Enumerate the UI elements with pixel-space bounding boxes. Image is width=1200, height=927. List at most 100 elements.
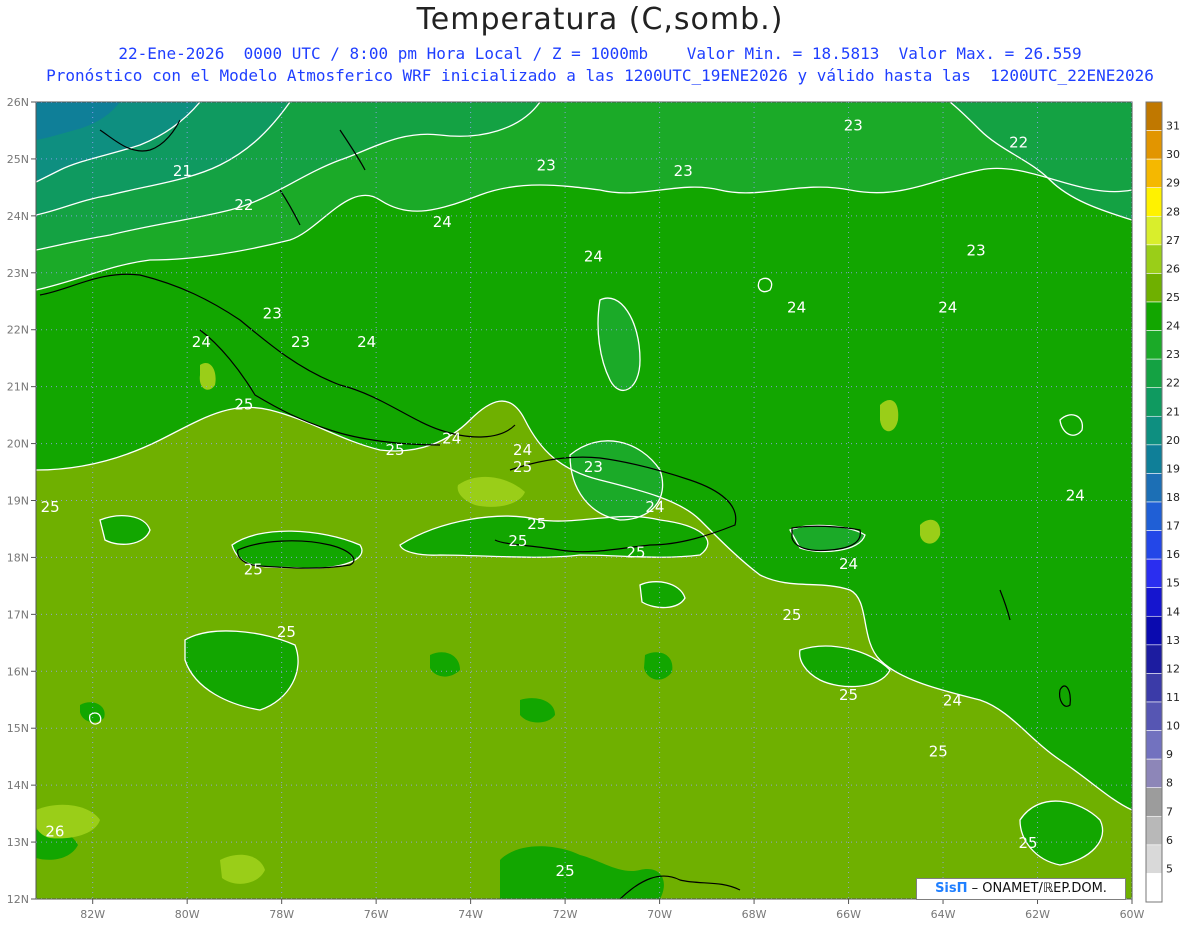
- legend-swatch: [1145, 444, 1163, 474]
- legend-swatch: [1145, 301, 1163, 331]
- contour-label: 24: [938, 299, 957, 317]
- legend-swatch: [1145, 615, 1163, 646]
- lat-tick-label: 21N: [7, 381, 29, 394]
- lon-tick-label: 68W: [742, 908, 767, 921]
- contour-label: 25: [626, 543, 645, 561]
- legend-swatch: [1145, 558, 1163, 589]
- legend-swatch: [1145, 587, 1163, 617]
- contour-label: 24: [787, 299, 806, 317]
- lat-tick-label: 23N: [7, 267, 29, 280]
- lon-tick-label: 66W: [836, 908, 861, 921]
- legend-swatch: [1145, 358, 1163, 389]
- lon-tick-label: 64W: [931, 908, 956, 921]
- contour-label: 24: [645, 498, 664, 516]
- legend-label: 18: [1166, 491, 1180, 504]
- contour-label: 25: [839, 686, 858, 704]
- legend-swatch: [1145, 758, 1163, 789]
- credit-box: SisΠ – ONAMET/ℝEP.DOM.: [916, 878, 1126, 900]
- lat-tick-label: 25N: [7, 153, 29, 166]
- contour-label: 25: [1019, 834, 1038, 852]
- legend-label: 29: [1166, 177, 1180, 190]
- legend-swatch: [1145, 415, 1163, 446]
- contour-label: 24: [513, 441, 532, 459]
- legend-label: 7: [1166, 805, 1173, 818]
- contour-label: 22: [234, 196, 253, 214]
- contour-label: 23: [844, 116, 863, 134]
- contour-label: 25: [277, 623, 296, 641]
- contour-label: 23: [674, 162, 693, 180]
- legend-swatch: [1145, 187, 1163, 217]
- contour-label: 23: [967, 242, 986, 260]
- lat-tick-label: 12N: [7, 893, 29, 906]
- contour-label: 21: [173, 162, 192, 180]
- legend-swatch: [1145, 273, 1163, 303]
- color-legend: 31 30 29 28 27 26 25 24 23 22 21 20 19 18 17 16 15 14 13 12…: [1145, 101, 1180, 903]
- legend-label: 17: [1166, 520, 1180, 533]
- contour-label: 25: [782, 606, 801, 624]
- temperature-field: [36, 102, 1132, 899]
- contour-label: 23: [537, 156, 556, 174]
- legend-label: 28: [1166, 205, 1180, 218]
- legend-label: 10: [1166, 720, 1180, 733]
- legend-swatch: [1145, 130, 1163, 160]
- contour-label: 23: [291, 333, 310, 351]
- legend-swatch: [1145, 101, 1163, 131]
- lat-tick-label: 15N: [7, 722, 29, 735]
- legend-swatch: [1145, 787, 1163, 817]
- contour-label: 25: [234, 395, 253, 413]
- legend-label: 6: [1166, 834, 1173, 847]
- contour-label: 25: [929, 743, 948, 761]
- field-26-ne: [880, 400, 899, 432]
- legend-label: 5: [1166, 862, 1173, 875]
- legend-label: 14: [1166, 605, 1180, 618]
- credit-text: – ONAMET/ℝEP.DOM.: [967, 881, 1107, 896]
- contour-label: 24: [1066, 487, 1085, 505]
- contour-label: 23: [263, 304, 282, 322]
- legend-label: 20: [1166, 434, 1180, 447]
- legend-label: 30: [1166, 148, 1180, 161]
- contour-label: 25: [385, 441, 404, 459]
- lon-tick-label: 76W: [364, 908, 389, 921]
- lat-tick-label: 13N: [7, 836, 29, 849]
- legend-swatch: [1145, 701, 1163, 731]
- legend-label: 25: [1166, 291, 1180, 304]
- legend-swatch: [1145, 244, 1163, 274]
- legend-label: 16: [1166, 548, 1180, 561]
- legend-label: 9: [1166, 748, 1173, 761]
- legend-label: 19: [1166, 462, 1180, 475]
- legend-swatch: [1145, 873, 1163, 903]
- legend-label: 8: [1166, 777, 1173, 790]
- legend-swatch: [1145, 815, 1163, 846]
- contour-label: 25: [244, 561, 263, 579]
- contour-label: 24: [357, 333, 376, 351]
- legend-label: 26: [1166, 262, 1180, 275]
- lat-tick-label: 24N: [7, 210, 29, 223]
- contour-label: 25: [556, 862, 575, 880]
- lon-tick-label: 74W: [458, 908, 483, 921]
- lon-tick-label: 78W: [269, 908, 294, 921]
- legend-label: 12: [1166, 662, 1180, 675]
- contour-label: 24: [839, 555, 858, 573]
- legend-swatch: [1145, 473, 1163, 503]
- sispi-logo: SisΠ: [935, 881, 968, 896]
- lat-tick-label: 17N: [7, 608, 29, 621]
- legend-swatch: [1145, 330, 1163, 360]
- legend-swatch: [1145, 730, 1163, 760]
- legend-label: 11: [1166, 691, 1180, 704]
- legend-swatch: [1145, 530, 1163, 560]
- lat-tick-label: 14N: [7, 779, 29, 792]
- contour-label: 24: [584, 247, 603, 265]
- lat-tick-label: 26N: [7, 96, 29, 109]
- legend-swatch: [1145, 215, 1163, 246]
- legend-swatch: [1145, 644, 1163, 674]
- contour-label: 24: [433, 213, 452, 231]
- contour-label: 25: [508, 532, 527, 550]
- temperature-map: 82W 80W 78W 76W 74W 72W 70W 68W 66W 64W 62W 60W 26N 2…: [7, 96, 1180, 921]
- lon-tick-label: 60W: [1120, 908, 1145, 921]
- lon-tick-label: 62W: [1025, 908, 1050, 921]
- legend-label: 23: [1166, 348, 1180, 361]
- lat-tick-label: 16N: [7, 665, 29, 678]
- legend-label: 13: [1166, 634, 1180, 647]
- contour-label: 22: [1009, 134, 1028, 152]
- lat-tick-label: 22N: [7, 324, 29, 337]
